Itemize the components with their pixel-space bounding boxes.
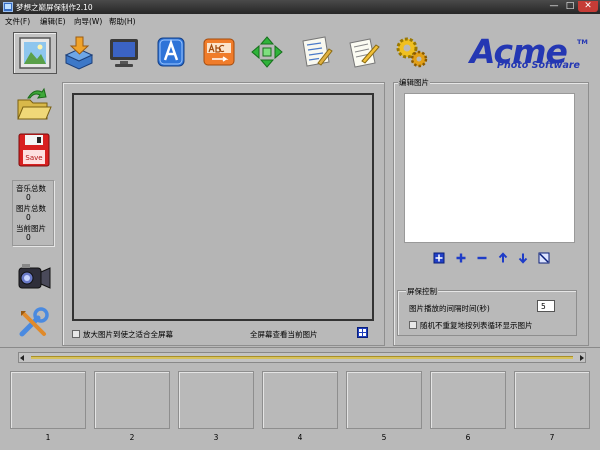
menu-edit[interactable]: 编辑(E)	[40, 16, 66, 27]
edit-panel-title: 编辑图片	[398, 77, 430, 88]
toolbar-settings-button[interactable]	[390, 32, 434, 74]
enlarge-fullscreen-checkbox[interactable]	[72, 330, 80, 338]
scroll-right-icon[interactable]	[580, 355, 584, 361]
save-button[interactable]: Save	[14, 131, 54, 171]
toolbar-install-button[interactable]	[58, 32, 102, 74]
menu-bar: 文件(F) 编辑(E) 向导(W) 帮助(H)	[0, 14, 600, 27]
enlarge-fullscreen-label: 放大图片到使之适合全屏幕	[83, 330, 173, 339]
video-camera-icon	[18, 264, 51, 289]
thumbnail-number: 3	[213, 433, 219, 442]
thumbnail-scrollbar[interactable]	[18, 352, 586, 363]
close-button[interactable]: ✕	[578, 1, 598, 12]
save-icon-text: Save	[25, 154, 42, 162]
thumbnail-slot[interactable]	[178, 371, 254, 429]
thumbnail-slot[interactable]	[94, 371, 170, 429]
thumbnail-number: 4	[297, 433, 303, 442]
save-disk-icon: Save	[18, 133, 50, 167]
current-image-label: 当前图片	[16, 224, 46, 233]
move-up-icon[interactable]	[497, 252, 509, 264]
music-count-value: 0	[26, 193, 31, 202]
screensaver-control-title: 屏保控制	[406, 286, 438, 297]
toolbar-monitor-button[interactable]	[103, 32, 147, 74]
interval-label: 图片播放的间隔时间(秒)	[409, 304, 490, 313]
monitor-icon	[110, 39, 138, 67]
toolbar-abc-button[interactable]	[198, 32, 242, 74]
menu-help[interactable]: 帮助(H)	[109, 16, 136, 27]
text-a-icon	[157, 37, 185, 67]
toolbar-notes-button[interactable]	[342, 32, 386, 74]
notes-icon	[349, 38, 380, 68]
music-count-label: 音乐总数	[16, 184, 46, 193]
thumbnail-number: 5	[381, 433, 387, 442]
gears-icon	[396, 37, 428, 68]
fullscreen-icon[interactable]	[357, 327, 368, 338]
menu-file[interactable]: 文件(F)	[5, 16, 30, 27]
toolbar-list-button[interactable]	[294, 32, 338, 74]
thumbnail-slot[interactable]	[514, 371, 590, 429]
move-arrows-icon	[251, 36, 283, 68]
divider	[0, 347, 600, 348]
logo-trademark: TM	[577, 38, 588, 46]
random-loop-checkbox[interactable]	[409, 321, 417, 329]
thumbnail-slot[interactable]	[346, 371, 422, 429]
thumbnail-number: 1	[45, 433, 51, 442]
tools-button[interactable]	[14, 304, 54, 344]
current-image-value: 0	[26, 233, 31, 242]
checklist-icon	[302, 36, 333, 67]
thumbnail-number: 2	[129, 433, 135, 442]
window-title: 梦想之巅屏保制作2.10	[16, 3, 93, 12]
remove-icon[interactable]	[476, 252, 488, 264]
title-bar: 梦想之巅屏保制作2.10 — □ ✕	[0, 0, 600, 14]
view-fullscreen-link[interactable]: 全屏幕查看当前图片	[250, 329, 318, 340]
scrollbar-thumb[interactable]	[31, 356, 573, 359]
thumbnail-slot[interactable]	[430, 371, 506, 429]
logo-subtitle: Photo Software	[497, 60, 580, 71]
picture-frame-icon	[19, 37, 51, 69]
toolbar-picture-button[interactable]	[13, 32, 57, 74]
app-icon	[3, 2, 13, 12]
acme-logo: Acme TM Photo Software	[470, 32, 590, 72]
toolbar-move-button[interactable]	[246, 32, 290, 74]
clear-icon[interactable]	[538, 252, 550, 264]
scroll-left-icon[interactable]	[20, 355, 24, 361]
main-window: 梦想之巅屏保制作2.10 — □ ✕ 文件(F) 编辑(E) 向导(W) 帮助(…	[0, 0, 600, 450]
stats-panel: 音乐总数 0 图片总数 0 当前图片 0	[12, 180, 54, 246]
box-install-icon	[64, 36, 94, 70]
interval-input[interactable]	[537, 300, 555, 312]
tools-icon	[19, 307, 49, 337]
open-folder-icon	[17, 87, 52, 120]
add-multiple-icon[interactable]	[433, 252, 445, 264]
random-loop-label: 随机不重复地按列表循环显示图片	[420, 321, 533, 330]
thumbnail-number: 6	[465, 433, 471, 442]
video-button[interactable]	[14, 258, 54, 298]
move-down-icon[interactable]	[517, 252, 529, 264]
menu-wizard[interactable]: 向导(W)	[74, 16, 102, 27]
open-button[interactable]	[14, 86, 54, 126]
image-preview-area	[72, 93, 374, 321]
image-count-label: 图片总数	[16, 204, 46, 213]
toolbar-text-button[interactable]	[150, 32, 194, 74]
image-list[interactable]	[404, 93, 575, 243]
abc-text-icon	[203, 38, 235, 66]
add-icon[interactable]	[455, 252, 467, 264]
thumbnail-slot[interactable]	[10, 371, 86, 429]
thumbnail-number: 7	[549, 433, 555, 442]
thumbnail-slot[interactable]	[262, 371, 338, 429]
minimize-button[interactable]: —	[546, 1, 562, 12]
maximize-button[interactable]: □	[562, 1, 578, 12]
image-count-value: 0	[26, 213, 31, 222]
